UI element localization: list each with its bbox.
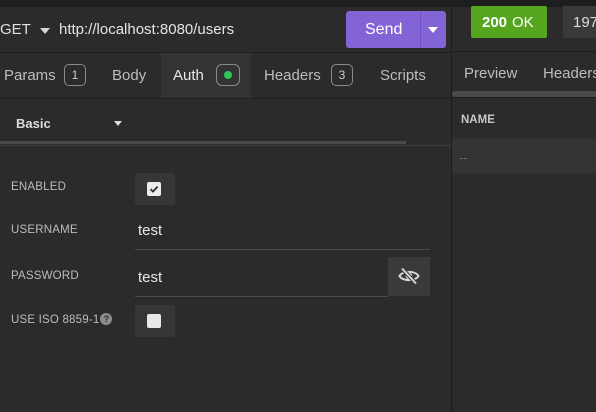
tab-response-headers[interactable]: Headers — [543, 65, 596, 82]
url-input[interactable]: http://localhost:8080/users — [59, 21, 234, 38]
tab-params-label: Params — [4, 67, 56, 84]
tab-params[interactable]: Params 1 — [0, 53, 104, 99]
tab-scripts[interactable]: Scripts — [367, 53, 451, 99]
response-time: 197 — [573, 14, 596, 31]
iso-label-text: USE ISO 8859-1 — [11, 314, 100, 326]
username-label: USERNAME — [11, 224, 78, 236]
status-badge: 200 OK — [471, 6, 547, 38]
iso-label: USE ISO 8859-1? — [11, 313, 113, 326]
active-dot-icon — [224, 71, 232, 79]
tab-body[interactable]: Body — [104, 53, 161, 99]
username-value: test — [138, 222, 163, 239]
check-icon — [147, 182, 161, 196]
tab-headers-label: Headers — [264, 67, 321, 84]
chevron-down-icon[interactable] — [114, 121, 122, 126]
iso-checkbox[interactable] — [135, 305, 175, 337]
params-count-badge: 1 — [64, 64, 86, 86]
password-label: PASSWORD — [11, 270, 79, 282]
status-code: 200 — [482, 14, 508, 31]
tab-headers[interactable]: Headers 3 — [251, 53, 367, 99]
toggle-password-visibility-button[interactable] — [388, 257, 430, 296]
response-table-header: NAME — [452, 97, 596, 138]
auth-type-label: Basic — [16, 116, 51, 131]
tab-preview[interactable]: Preview — [464, 65, 517, 82]
auth-status-badge — [216, 64, 240, 86]
response-pane: 200 OK 197 Preview Headers NAME -- — [452, 6, 596, 412]
tab-scripts-label: Scripts — [380, 67, 426, 84]
send-button[interactable]: Send — [346, 11, 446, 48]
enabled-label: ENABLED — [11, 181, 67, 193]
status-text: OK — [512, 14, 534, 31]
password-value: test — [138, 269, 163, 286]
method-select[interactable]: GET — [0, 21, 31, 38]
chevron-down-icon[interactable] — [428, 27, 438, 33]
tab-body-label: Body — [112, 67, 147, 84]
send-button-label: Send — [365, 21, 403, 38]
request-pane: GET http://localhost:8080/users Send Par… — [0, 7, 451, 412]
column-header-name: NAME — [461, 114, 495, 126]
headers-count-badge: 3 — [331, 64, 353, 86]
response-tabs: Preview Headers — [452, 51, 596, 95]
table-row: -- — [452, 138, 596, 174]
request-tabs: Params 1 Body Auth Headers 3 Scripts — [0, 52, 451, 144]
url-bar: GET http://localhost:8080/users Send — [0, 7, 451, 52]
username-input[interactable]: test — [135, 210, 430, 250]
question-circle-icon[interactable]: ? — [100, 313, 113, 325]
empty-cell: -- — [459, 150, 468, 165]
response-time-badge: 197 — [563, 6, 596, 38]
send-button-divider — [420, 11, 421, 48]
tab-auth[interactable]: Auth — [161, 53, 251, 99]
password-input[interactable]: test — [135, 257, 388, 297]
auth-type-select[interactable]: Basic — [0, 98, 451, 146]
chevron-down-icon[interactable] — [40, 28, 50, 34]
enabled-checkbox[interactable] — [135, 173, 175, 205]
checkbox-box — [147, 314, 161, 328]
eye-slash-icon — [398, 267, 420, 285]
tab-auth-label: Auth — [173, 67, 204, 84]
